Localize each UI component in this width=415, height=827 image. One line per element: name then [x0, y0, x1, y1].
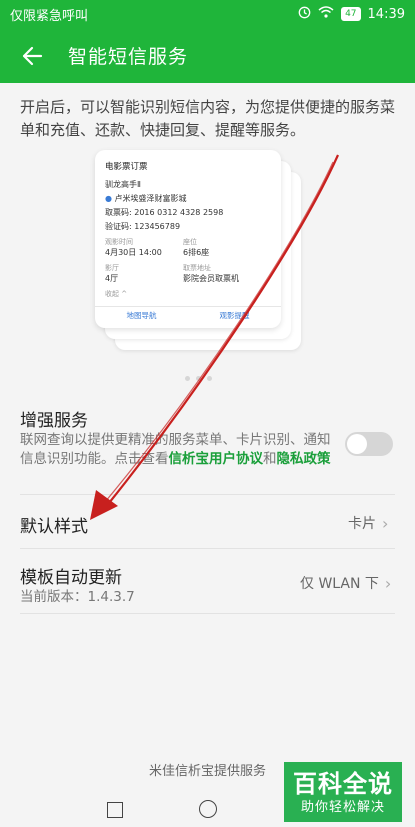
- card-action-view: 观影提醒: [219, 311, 250, 320]
- card-hall: 4厅: [105, 274, 119, 283]
- default-style-row[interactable]: 默认样式 卡片 ›: [0, 495, 415, 548]
- battery-icon: 47: [341, 7, 361, 21]
- sms-card-illustration: 电影票订票 驯龙高手Ⅱ ● 卢米埃盛泽财富影城 取票码: 2016 0312 4…: [95, 150, 305, 350]
- clock: 14:39: [367, 6, 405, 22]
- carousel-dot: [207, 376, 212, 381]
- card-pickup-label: 取票地址: [183, 264, 211, 272]
- card-ticket-no: 取票码: 2016 0312 4328 2598: [105, 208, 224, 217]
- watermark-title: 百科全说: [293, 770, 393, 798]
- carousel-dots: [185, 376, 212, 381]
- carrier-text: 仅限紧急呼叫: [10, 8, 89, 24]
- enhance-service-toggle[interactable]: [345, 432, 393, 456]
- card-movie: 驯龙高手Ⅱ: [105, 180, 141, 189]
- card-title: 电影票订票: [105, 162, 148, 172]
- card-seat: 6排6座: [183, 248, 210, 257]
- back-button[interactable]: [8, 32, 56, 80]
- alarm-icon: [298, 6, 311, 23]
- app-bar: 智能短信服务: [0, 28, 415, 83]
- wifi-icon: [318, 6, 334, 22]
- card-pickup: 影院会员取票机: [183, 274, 239, 283]
- recents-button[interactable]: [107, 802, 123, 818]
- carousel-dot: [196, 376, 201, 381]
- card-cinema: ● 卢米埃盛泽财富影城: [105, 194, 187, 203]
- toggle-knob: [347, 434, 367, 454]
- default-style-title: 默认样式: [20, 517, 88, 537]
- card-seat-label: 座位: [183, 238, 197, 246]
- auto-update-value-group: 仅 WLAN 下 ›: [300, 573, 391, 593]
- card-hall-label: 影厅: [105, 264, 119, 272]
- card-time: 4月30日 14:00: [105, 248, 162, 257]
- enhance-service-description: 联网查询以提供更精准的服务菜单、卡片识别、通知信息识别功能。点击查看信析宝用户协…: [20, 431, 332, 469]
- page-title: 智能短信服务: [68, 46, 189, 68]
- carousel-dot: [185, 376, 190, 381]
- default-style-value: 卡片: [348, 516, 376, 532]
- default-style-value-group: 卡片 ›: [348, 513, 388, 533]
- card-action-map: 地图导航: [126, 311, 157, 320]
- status-bar: 仅限紧急呼叫 47 14:39: [0, 0, 415, 28]
- divider: [20, 613, 395, 614]
- status-icons: 47 14:39: [298, 6, 405, 23]
- and-text: 和: [263, 451, 277, 467]
- auto-update-value: 仅 WLAN 下: [300, 576, 379, 592]
- watermark-subtitle: 助你轻松解决: [300, 800, 385, 815]
- card-collapse: 收起 ^: [105, 290, 128, 298]
- card-divider: [95, 306, 281, 307]
- service-description: 开启后，可以智能识别短信内容，为您提供便捷的服务菜单和充值、还款、快捷回复、提醒…: [20, 98, 396, 139]
- current-version: 当前版本：1.4.3.7: [20, 589, 135, 605]
- chevron-right-icon: ›: [384, 573, 392, 593]
- privacy-policy-link[interactable]: 隐私政策: [277, 451, 331, 467]
- user-agreement-link[interactable]: 信析宝用户协议: [169, 451, 264, 467]
- template-auto-update-row[interactable]: 模板自动更新 当前版本：1.4.3.7 仅 WLAN 下 ›: [0, 549, 415, 613]
- chevron-right-icon: ›: [382, 513, 389, 533]
- auto-update-title: 模板自动更新: [20, 568, 122, 588]
- home-button[interactable]: [199, 800, 217, 818]
- card-cinema-text: 卢米埃盛泽财富影城: [114, 194, 187, 203]
- card-verify: 验证码: 123456789: [105, 222, 181, 231]
- back-arrow-icon: [22, 46, 43, 65]
- enhance-service-title: 增强服务: [20, 411, 88, 431]
- movie-ticket-card: 电影票订票 驯龙高手Ⅱ ● 卢米埃盛泽财富影城 取票码: 2016 0312 4…: [95, 150, 281, 328]
- card-time-label: 观影时间: [105, 238, 133, 246]
